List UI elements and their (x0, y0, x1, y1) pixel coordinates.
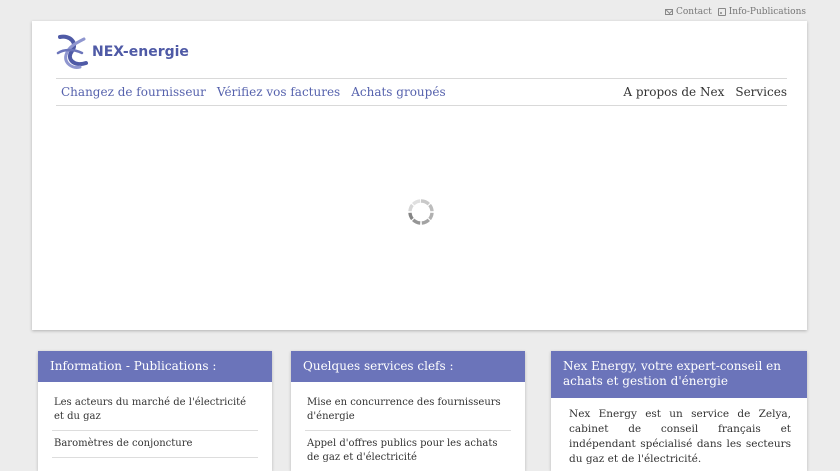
main-panel: NEX-energie Changez de fournisseur Vérif… (32, 21, 807, 330)
about-card: Nex Energy, votre expert-conseil en acha… (551, 351, 807, 471)
nav-about[interactable]: A propos de Nex (623, 85, 724, 99)
brand-name: NEX-energie (92, 44, 189, 60)
card-title: Information - Publications : (38, 351, 272, 382)
info-publications-card: Information - Publications : Les acteurs… (38, 351, 272, 471)
site-logo[interactable]: NEX-energie (56, 33, 189, 71)
contact-label: Contact (676, 7, 712, 17)
about-text: Nex Energy est un service de Zelya, cabi… (569, 408, 791, 465)
info-publications-label: Info-Publications (728, 7, 806, 17)
key-services-card: Quelques services clefs : Mise en concur… (291, 351, 525, 471)
main-nav: Changez de fournisseur Vérifiez vos fact… (56, 78, 787, 106)
list-item[interactable]: Appel d'offres publics pour les achats d… (305, 431, 511, 471)
card-list: Mise en concurrence des fournisseurs d'é… (291, 382, 525, 471)
nex-logo-icon (56, 34, 88, 69)
card-title: Nex Energy, votre expert-conseil en acha… (551, 351, 807, 398)
top-links: Contact Info-Publications (665, 7, 806, 17)
nav-group-purchases[interactable]: Achats groupés (351, 85, 445, 99)
loading-spinner-icon (408, 199, 434, 225)
rss-icon (717, 8, 726, 16)
list-item[interactable]: Les acteurs du marché de l'électricité e… (52, 390, 258, 431)
card-title: Quelques services clefs : (291, 351, 525, 382)
nav-services[interactable]: Services (735, 85, 787, 99)
nav-change-supplier[interactable]: Changez de fournisseur (56, 85, 206, 99)
mail-icon (665, 9, 673, 15)
nav-check-invoices[interactable]: Vérifiez vos factures (217, 85, 340, 99)
list-item[interactable]: Baromètres de conjoncture (52, 431, 258, 458)
list-item[interactable]: Mise en concurrence des fournisseurs d'é… (305, 390, 511, 431)
info-publications-link[interactable]: Info-Publications (717, 7, 806, 17)
card-list: Les acteurs du marché de l'électricité e… (38, 382, 272, 458)
contact-link[interactable]: Contact (665, 7, 712, 17)
